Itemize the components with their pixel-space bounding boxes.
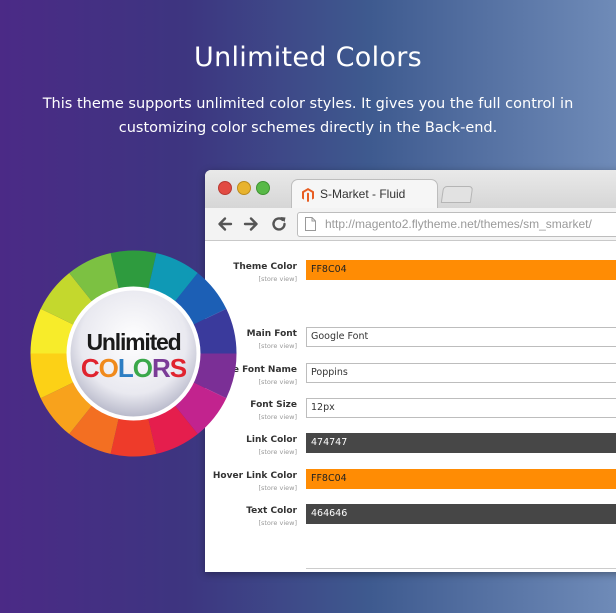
- browser-titlebar: S-Market - Fluid: [205, 170, 616, 209]
- field-label: Text Color: [246, 506, 297, 516]
- browser-toolbar: http://magento2.flytheme.net/themes/sm_s…: [205, 208, 616, 241]
- browser-window: S-Market - Fluid http://magento2.flythem…: [205, 170, 616, 572]
- badge-word-colors: COLORS: [81, 353, 187, 383]
- badge-letter: C: [81, 353, 100, 383]
- reload-icon[interactable]: [269, 214, 289, 234]
- store-view-scope: [store view]: [258, 448, 297, 456]
- text-color-input[interactable]: 464646: [306, 504, 616, 524]
- main-font-select[interactable]: Google Font: [306, 327, 616, 347]
- field-label: Theme Color: [233, 262, 297, 272]
- form-row-google-font-name: Google Font Name [store view] Poppins: [205, 363, 616, 393]
- page-icon: [305, 217, 316, 231]
- font-size-select[interactable]: 12px: [306, 398, 616, 418]
- form-row-hover-link-color: Hover Link Color [store view] FF8C04: [205, 469, 616, 499]
- store-view-scope: [store view]: [258, 342, 297, 350]
- browser-tab[interactable]: S-Market - Fluid: [291, 179, 438, 209]
- field-label: Hover Link Color: [212, 471, 297, 481]
- theme-color-input[interactable]: FF8C04: [306, 260, 616, 280]
- minimize-window-button[interactable]: [237, 181, 251, 195]
- form-row-text-color: Text Color [store view] 464646: [205, 504, 616, 534]
- store-view-scope: [store view]: [258, 378, 297, 386]
- forward-arrow-icon[interactable]: [241, 214, 261, 234]
- back-arrow-icon[interactable]: [215, 214, 235, 234]
- store-view-scope: [store view]: [258, 484, 297, 492]
- store-view-scope: [store view]: [258, 275, 297, 283]
- form-row-font-size: Font Size [store view] 12px: [205, 398, 616, 428]
- badge-letter: L: [118, 353, 134, 383]
- form-row-theme-color: Theme Color [store view] FF8C04: [205, 260, 616, 290]
- badge-letter: O: [99, 353, 119, 383]
- field-label: Link Color: [246, 435, 297, 445]
- magento-logo-icon: [302, 188, 314, 202]
- form-row-link-color: Link Color [store view] 474747: [205, 433, 616, 463]
- new-tab-button[interactable]: [440, 186, 474, 203]
- field-label: Main Font: [246, 329, 297, 339]
- address-bar[interactable]: http://magento2.flytheme.net/themes/sm_s…: [297, 212, 616, 237]
- hero-subtitle: This theme supports unlimited color styl…: [40, 92, 576, 140]
- divider: [306, 568, 616, 569]
- address-bar-url: http://magento2.flytheme.net/themes/sm_s…: [325, 217, 592, 231]
- store-view-scope: [store view]: [258, 519, 297, 527]
- badge-letter: S: [170, 353, 187, 383]
- color-wheel-badge: Unlimited COLORS: [30, 250, 237, 457]
- hover-link-color-input[interactable]: FF8C04: [306, 469, 616, 489]
- field-label: Font Size: [250, 400, 297, 410]
- store-view-scope: [store view]: [258, 413, 297, 421]
- link-color-input[interactable]: 474747: [306, 433, 616, 453]
- close-window-button[interactable]: [218, 181, 232, 195]
- form-row-main-font: Main Font [store view] Google Font: [205, 327, 616, 357]
- badge-letter: R: [152, 353, 171, 383]
- google-font-name-input[interactable]: Poppins: [306, 363, 616, 383]
- hero-subtitle-line-2: customizing color schemes directly in th…: [118, 120, 498, 136]
- maximize-window-button[interactable]: [256, 181, 270, 195]
- badge-letter: O: [133, 353, 153, 383]
- browser-tab-title: S-Market - Fluid: [320, 187, 406, 201]
- hero-title: Unlimited Colors: [194, 42, 422, 73]
- badge-word-unlimited: Unlimited: [87, 329, 181, 355]
- hero-subtitle-line-1: This theme supports unlimited color styl…: [42, 96, 574, 112]
